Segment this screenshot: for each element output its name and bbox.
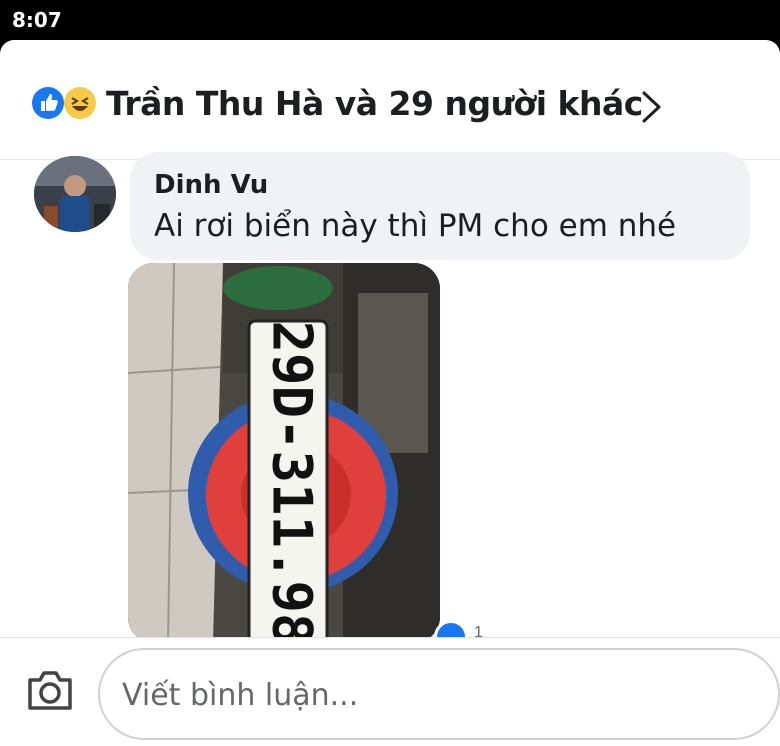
status-bar: 8:07 [0,0,780,40]
comment-composer: Viết bình luận... [0,638,780,746]
reactions-summary-text: Trần Thu Hà và 29 người khác [106,84,643,123]
reactions-summary[interactable]: Trần Thu Hà và 29 người khác [0,40,780,160]
comment-input-placeholder: Viết bình luận... [122,678,359,713]
comment-input[interactable]: Viết bình luận... [98,648,780,740]
comment-bubble[interactable]: Dinh Vu Ai rơi biển này thì PM cho em nh… [130,152,750,260]
comment-text: Ai rơi biển này thì PM cho em nhé [154,208,677,244]
avatar[interactable] [34,156,116,232]
license-plate-text: 29D-311.98 [260,320,323,643]
comment-author[interactable]: Dinh Vu [154,170,268,200]
like-icon [32,87,64,119]
comments-sheet: Trần Thu Hà và 29 người khác Dinh Vu Ai … [0,40,780,746]
status-time: 8:07 [12,8,62,32]
haha-icon [64,87,96,119]
camera-icon[interactable] [26,668,74,717]
comment-photo[interactable]: 29D-311.98 [128,263,440,643]
chevron-right-icon [640,90,664,129]
